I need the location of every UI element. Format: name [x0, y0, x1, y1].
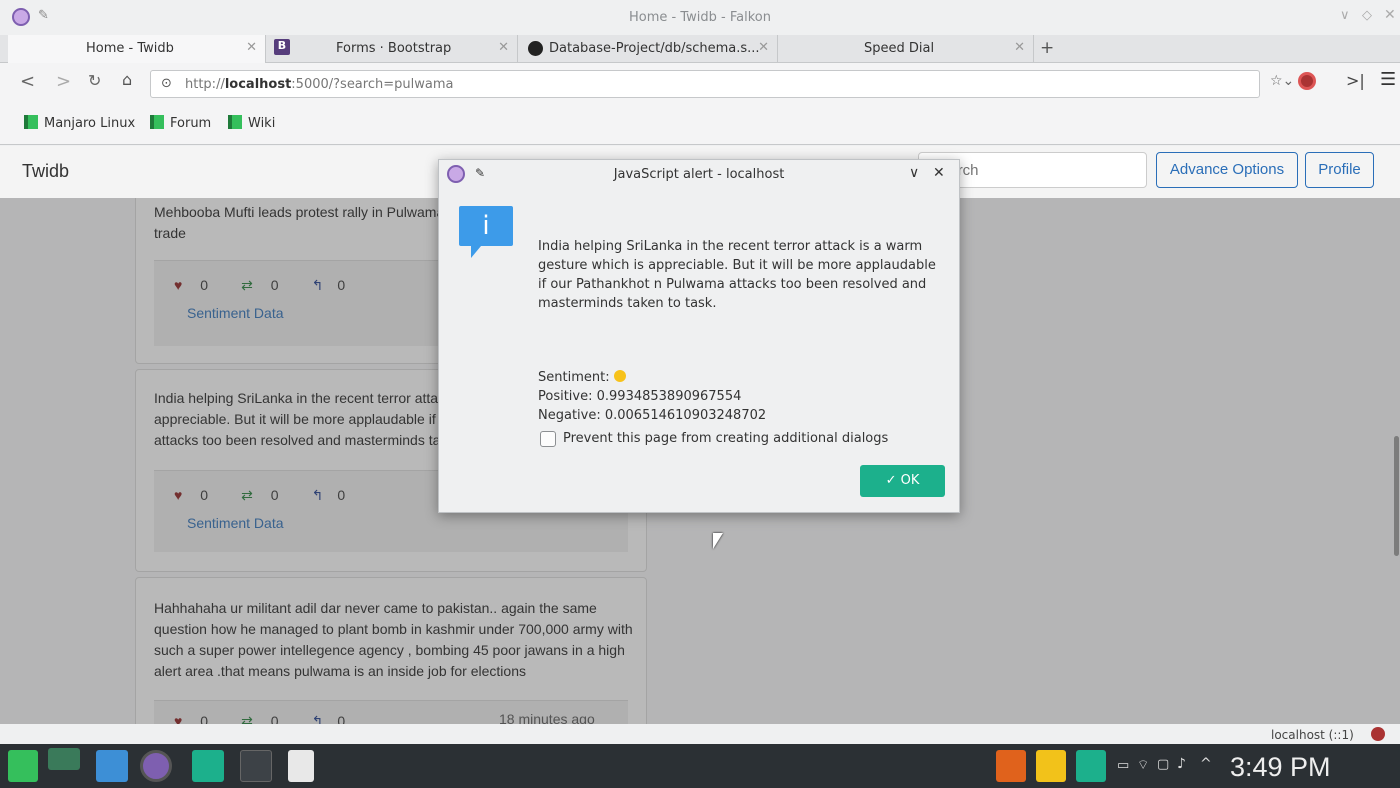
trash-icon[interactable] [1076, 750, 1106, 782]
negative-score: Negative: 0.006514610903248702 [538, 408, 767, 423]
ok-button[interactable]: ✓ OK [860, 465, 945, 497]
tab-label: Database-Project/db/schema.s... [549, 41, 760, 56]
github-icon [528, 41, 543, 56]
dialog-title: JavaScript alert - localhost [613, 167, 785, 182]
bookmarks-bar: Manjaro Linux Forum Wiki [0, 103, 1400, 145]
window-titlebar: ✎ Home - Twidb - Falkon ∨ ◇ ✕ [0, 0, 1400, 35]
manjaro-icon [150, 115, 164, 129]
sentiment-label: Sentiment: [538, 370, 610, 385]
tab-bar: Home - Twidb ✕ B Forms · Bootstrap ✕ Dat… [0, 35, 1400, 63]
dialog-minimize-icon[interactable]: ∨ [909, 165, 919, 181]
tab-database-project[interactable]: Database-Project/db/schema.s... ✕ [518, 35, 778, 63]
new-tab-icon[interactable]: + [1040, 38, 1054, 58]
tray-expand-icon[interactable]: ^ [1200, 756, 1212, 772]
file-manager-icon[interactable] [192, 750, 224, 782]
volume-icon[interactable]: ♪ [1177, 756, 1186, 772]
smile-emoji-icon [613, 370, 626, 382]
tab-close-icon[interactable]: ✕ [1014, 40, 1025, 55]
mouse-cursor-icon [713, 533, 723, 549]
positive-score: Positive: 0.9934853890967554 [538, 389, 742, 404]
status-bar: localhost (::1) [0, 724, 1400, 744]
tab-label: Speed Dial [864, 41, 935, 56]
tab-forms-bootstrap[interactable]: B Forms · Bootstrap ✕ [266, 35, 518, 63]
bookmark-label: Forum [170, 116, 212, 131]
chat-icon[interactable] [96, 750, 128, 782]
close-window-icon[interactable]: ✕ [1384, 7, 1396, 23]
prevent-dialogs-checkbox[interactable] [540, 431, 556, 447]
tab-label: Forms · Bootstrap [336, 41, 452, 56]
menu-icon[interactable]: ☰ [1380, 69, 1396, 90]
tab-home-twidb[interactable]: Home - Twidb ✕ [8, 35, 266, 63]
sentiment-line: Sentiment: [538, 368, 766, 387]
bookmark-forum[interactable]: Forum [150, 115, 211, 131]
manjaro-icon [24, 115, 38, 129]
wifi-icon[interactable]: ⌔ [1137, 757, 1149, 773]
adblock-status-icon[interactable] [1371, 727, 1385, 741]
terminal-icon[interactable] [240, 750, 272, 782]
tab-close-icon[interactable]: ✕ [498, 40, 509, 55]
bookmark-wiki[interactable]: Wiki [228, 115, 275, 131]
taskbar: ▭ ⌔ ▢ ♪ ^ 3:49 PM [0, 744, 1400, 788]
battery-icon[interactable]: ▭ [1117, 758, 1129, 773]
info-icon-tail [471, 246, 481, 258]
maximize-icon[interactable]: ◇ [1362, 8, 1372, 23]
notes-icon[interactable] [1036, 750, 1066, 782]
ok-label: OK [900, 473, 920, 488]
profile-button[interactable]: Profile [1305, 152, 1374, 188]
bootstrap-icon: B [274, 39, 290, 55]
sidebar-toggle-icon[interactable]: >| [1346, 71, 1365, 90]
app-launcher-icon[interactable] [8, 750, 38, 782]
falkon-taskbar-icon[interactable] [140, 750, 172, 782]
info-icon: i [459, 206, 513, 246]
url-host: localhost [224, 77, 292, 92]
back-icon[interactable]: < [20, 71, 35, 92]
adblock-icon[interactable] [1298, 72, 1316, 90]
bookmark-star-icon[interactable]: ☆⌄ [1270, 73, 1294, 89]
sentiment-block: Sentiment: Positive: 0.9934853890967554 … [538, 368, 766, 425]
url-prefix: http:// [185, 77, 225, 92]
status-text: localhost (::1) [1271, 728, 1354, 742]
manjaro-icon [228, 115, 242, 129]
bookmark-manjaro[interactable]: Manjaro Linux [24, 115, 135, 131]
dialog-close-icon[interactable]: ✕ [933, 165, 945, 181]
forward-icon[interactable]: > [56, 71, 71, 92]
bookmark-label: Manjaro Linux [44, 116, 136, 131]
tab-close-icon[interactable]: ✕ [246, 40, 257, 55]
tab-speed-dial[interactable]: Speed Dial ✕ [778, 35, 1034, 63]
tab-close-icon[interactable]: ✕ [758, 40, 769, 55]
app-brand[interactable]: Twidb [22, 161, 69, 182]
clipboard-icon[interactable]: ▢ [1157, 757, 1169, 772]
site-info-icon[interactable]: ⊙ [161, 76, 172, 91]
javascript-alert-dialog: ✎ JavaScript alert - localhost ∨ ✕ i Ind… [438, 159, 960, 513]
home-icon[interactable]: ⌂ [122, 70, 132, 89]
prevent-dialogs-label[interactable]: Prevent this page from creating addition… [563, 431, 888, 446]
reload-icon[interactable]: ↻ [88, 71, 101, 90]
check-icon: ✓ [885, 473, 897, 488]
dialog-message: India helping SriLanka in the recent ter… [538, 239, 936, 311]
advance-options-button[interactable]: Advance Options [1156, 152, 1298, 188]
text-editor-icon[interactable] [288, 750, 314, 782]
clock[interactable]: 3:49 PM [1230, 752, 1331, 783]
url-input[interactable]: ⊙ http://localhost:5000/?search=pulwama [150, 70, 1260, 98]
tab-label: Home - Twidb [86, 41, 174, 56]
desktop-pager-icon[interactable] [48, 748, 80, 770]
matlab-icon[interactable] [996, 750, 1026, 782]
minimize-icon[interactable]: ∨ [1340, 8, 1350, 23]
url-rest: :5000/?search=pulwama [291, 77, 454, 92]
bookmark-label: Wiki [248, 116, 276, 131]
window-title: Home - Twidb - Falkon [629, 10, 771, 25]
